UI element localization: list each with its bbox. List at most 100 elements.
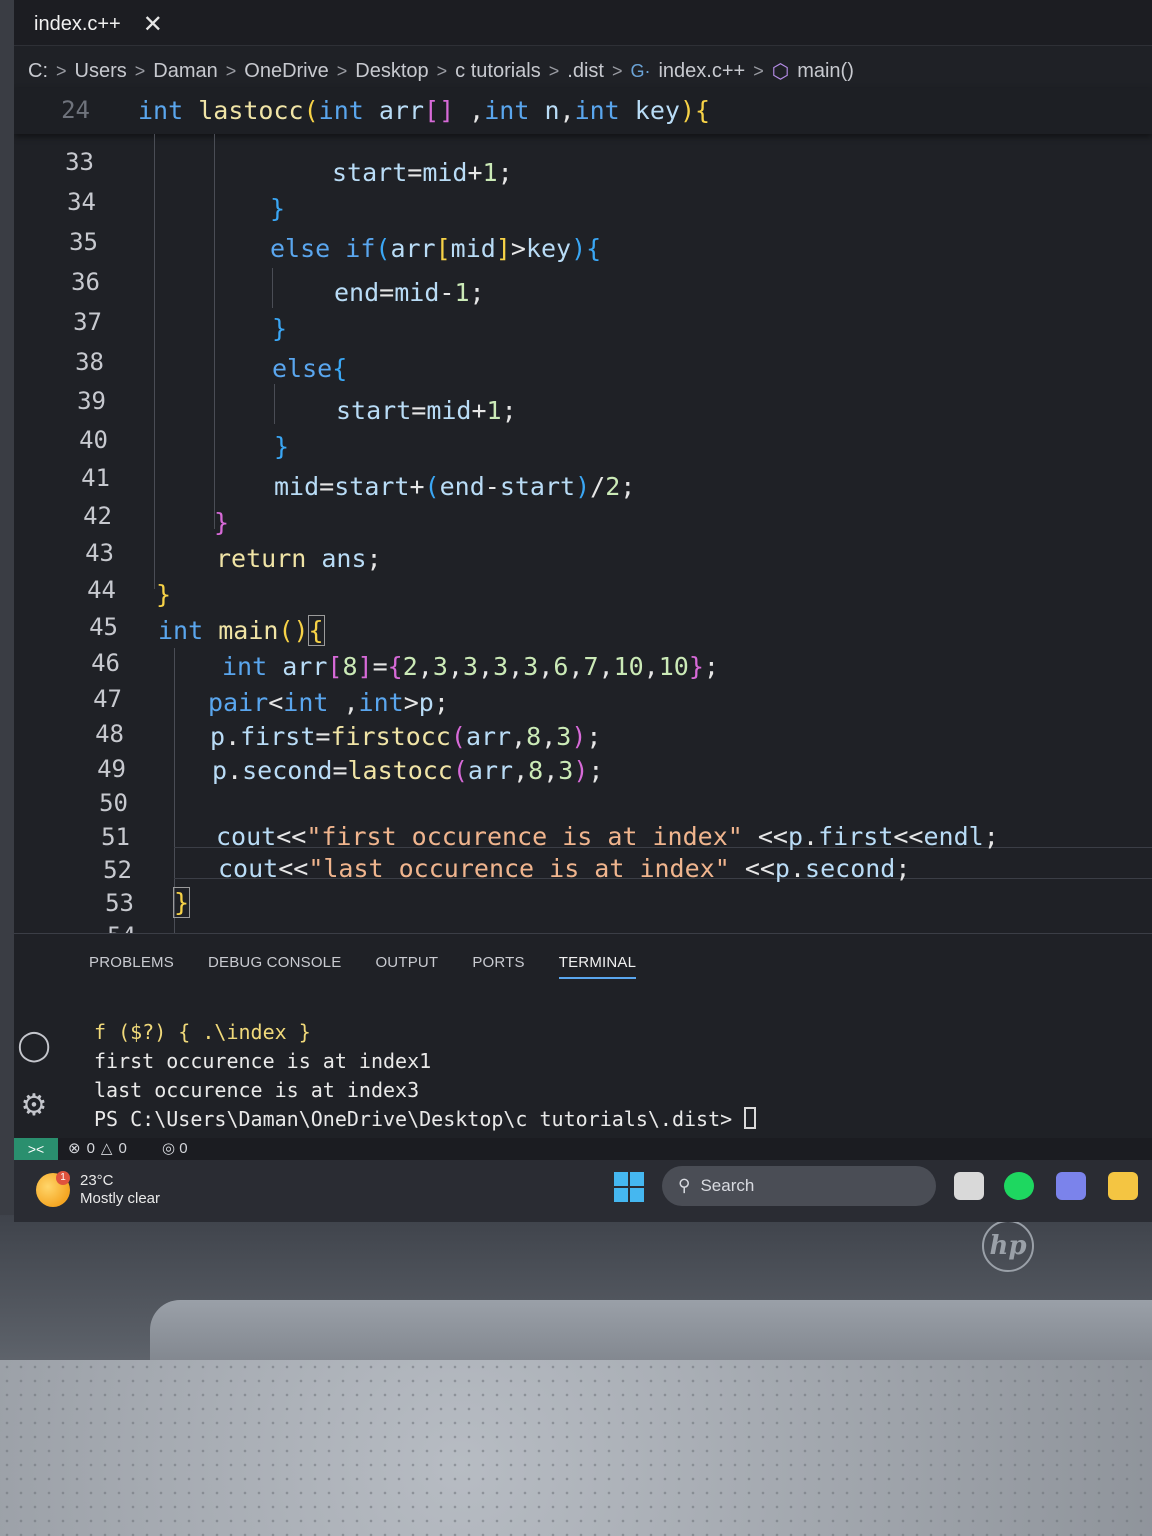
status-problems[interactable]: ⊗ 0 △ 0 xyxy=(68,1139,127,1158)
code-editor[interactable]: 24 int lastocc(int arr[] ,int n,int key)… xyxy=(14,88,1152,978)
breadcrumb-drive[interactable]: C: xyxy=(28,60,48,83)
task-view-icon[interactable] xyxy=(954,1172,984,1200)
terminal-command: f ($?) { .\index } xyxy=(94,1020,311,1044)
tab-index-cpp[interactable]: index.c++ ✕ xyxy=(34,4,163,44)
line-number: 38 xyxy=(75,348,104,376)
tab-ports[interactable]: PORTS xyxy=(472,954,524,979)
laptop-deck xyxy=(0,1360,1152,1536)
weather-temperature: 23°C xyxy=(80,1172,114,1189)
line-number: 34 xyxy=(67,188,96,216)
line-number: 46 xyxy=(91,649,120,677)
line-number: 40 xyxy=(79,426,108,454)
line-number: 24 xyxy=(61,96,90,124)
code-line-43: return ans; xyxy=(216,544,382,573)
cpp-file-icon: G· xyxy=(630,60,651,81)
line-number: 42 xyxy=(83,502,112,530)
code-line-46: int arr[8]={2,3,3,3,3,6,7,10,10}; xyxy=(222,652,719,681)
teams-icon[interactable] xyxy=(1056,1172,1086,1200)
line-number: 33 xyxy=(65,148,94,176)
status-ports[interactable]: ◎ 0 xyxy=(162,1139,188,1157)
code-line-51: cout<<"first occurence is at index" <<p.… xyxy=(216,822,999,851)
remote-indicator-icon[interactable]: >< xyxy=(14,1138,58,1160)
tab-terminal[interactable]: TERMINAL xyxy=(558,954,637,979)
chevron-right-icon: > xyxy=(56,60,67,81)
indent-guide xyxy=(214,134,215,529)
code-line-33: start=mid+1; xyxy=(332,158,513,187)
line-number: 49 xyxy=(97,755,126,783)
code-line-sticky: int lastocc(int arr[] ,int n,int key){ xyxy=(138,96,711,125)
line-number: 52 xyxy=(103,856,132,884)
code-line-39: start=mid+1; xyxy=(336,396,517,425)
ports-count: 0 xyxy=(179,1140,188,1157)
chevron-right-icon: > xyxy=(548,60,560,81)
tab-bar: index.c++ ✕ xyxy=(14,0,1152,46)
code-line-42: } xyxy=(214,508,230,537)
line-number: 53 xyxy=(105,889,134,917)
terminal-cursor[interactable] xyxy=(744,1107,757,1129)
symbol-method-icon: ⬡ xyxy=(771,60,790,83)
breadcrumb-symbol[interactable]: main() xyxy=(797,60,854,83)
breadcrumb-onedrive[interactable]: OneDrive xyxy=(244,60,328,83)
line-number: 44 xyxy=(87,576,116,604)
weather-widget[interactable]: 1 23°C Mostly clear xyxy=(36,1171,160,1208)
breadcrumb-file[interactable]: index.c++ xyxy=(658,60,745,83)
code-line-36: end=mid-1; xyxy=(334,278,485,307)
code-line-48: p.first=firstocc(arr,8,3); xyxy=(210,722,602,751)
gear-icon[interactable]: ⚙ xyxy=(16,1088,52,1124)
bottom-panel: PROBLEMS DEBUG CONSOLE OUTPUT PORTS TERM… xyxy=(14,933,1152,1138)
breadcrumb-c-tutorials[interactable]: c tutorials xyxy=(455,60,541,83)
warning-icon: △ xyxy=(100,1140,113,1157)
code-line-49: p.second=lastocc(arr,8,3); xyxy=(212,756,604,785)
code-line-35: else if(arr[mid]>key){ xyxy=(270,234,602,263)
breadcrumb-dist[interactable]: .dist xyxy=(567,60,604,83)
code-line-47: pair<int ,int>p; xyxy=(208,688,449,717)
terminal-prompt-row: PS C:\Users\Daman\OneDrive\Desktop\c tut… xyxy=(94,1105,757,1134)
terminal-output[interactable]: f ($?) { .\index } first occurence is at … xyxy=(94,1018,757,1134)
code-line-34: } xyxy=(270,194,286,223)
line-number: 45 xyxy=(89,613,118,641)
breadcrumb-daman[interactable]: Daman xyxy=(153,60,217,83)
screen: index.c++ ✕ C: > Users > Daman > OneDriv… xyxy=(14,0,1152,1222)
spotify-icon[interactable] xyxy=(1004,1172,1034,1200)
line-number: 36 xyxy=(71,268,100,296)
panel-tabs: PROBLEMS DEBUG CONSOLE OUTPUT PORTS TERM… xyxy=(89,954,637,979)
error-icon: ⊗ xyxy=(68,1140,81,1157)
code-line-53: } xyxy=(172,887,191,918)
code-line-45: int main(){ xyxy=(158,615,325,646)
breadcrumb-desktop[interactable]: Desktop xyxy=(355,60,428,83)
close-icon[interactable]: ✕ xyxy=(143,10,163,39)
error-count: 0 xyxy=(86,1139,95,1157)
line-number: 47 xyxy=(93,685,122,713)
weather-icon: 1 xyxy=(36,1171,70,1207)
tab-debug-console[interactable]: DEBUG CONSOLE xyxy=(208,954,341,979)
code-line-40: } xyxy=(274,432,290,461)
indent-guide xyxy=(274,384,275,424)
windows-start-icon[interactable] xyxy=(614,1172,644,1202)
file-explorer-icon[interactable] xyxy=(1108,1172,1138,1200)
line-number: 51 xyxy=(101,823,130,851)
line-number: 39 xyxy=(77,387,106,415)
chevron-right-icon: > xyxy=(436,60,448,81)
breadcrumb: C: > Users > Daman > OneDrive > Desktop … xyxy=(28,56,854,86)
code-line-52: cout<<"last occurence is at index" <<p.s… xyxy=(218,854,911,883)
account-icon[interactable]: ◯ xyxy=(16,1028,52,1064)
chevron-right-icon: > xyxy=(611,60,623,81)
chevron-right-icon: > xyxy=(134,60,146,81)
code-line-44: } xyxy=(156,580,172,609)
code-line-37: } xyxy=(272,314,288,343)
windows-taskbar: 1 23°C Mostly clear ⚲ Search xyxy=(14,1160,1152,1222)
taskbar-search[interactable]: ⚲ Search xyxy=(662,1166,936,1206)
code-line-41: mid=start+(end-start)/2; xyxy=(274,472,636,501)
terminal-line-first: first occurence is at index1 xyxy=(94,1049,432,1073)
warning-count: 0 xyxy=(118,1139,127,1157)
tab-title: index.c++ xyxy=(34,12,121,35)
indent-guide xyxy=(272,268,273,308)
line-number: 37 xyxy=(73,308,102,336)
tab-output[interactable]: OUTPUT xyxy=(375,954,438,979)
breadcrumb-users[interactable]: Users xyxy=(75,60,127,83)
tab-problems[interactable]: PROBLEMS xyxy=(89,954,174,979)
chevron-right-icon: > xyxy=(225,60,237,81)
status-bar: >< ⊗ 0 △ 0 ◎ 0 xyxy=(14,1138,1152,1160)
notification-badge: 1 xyxy=(56,1171,70,1185)
broadcast-icon: ◎ xyxy=(162,1140,176,1157)
